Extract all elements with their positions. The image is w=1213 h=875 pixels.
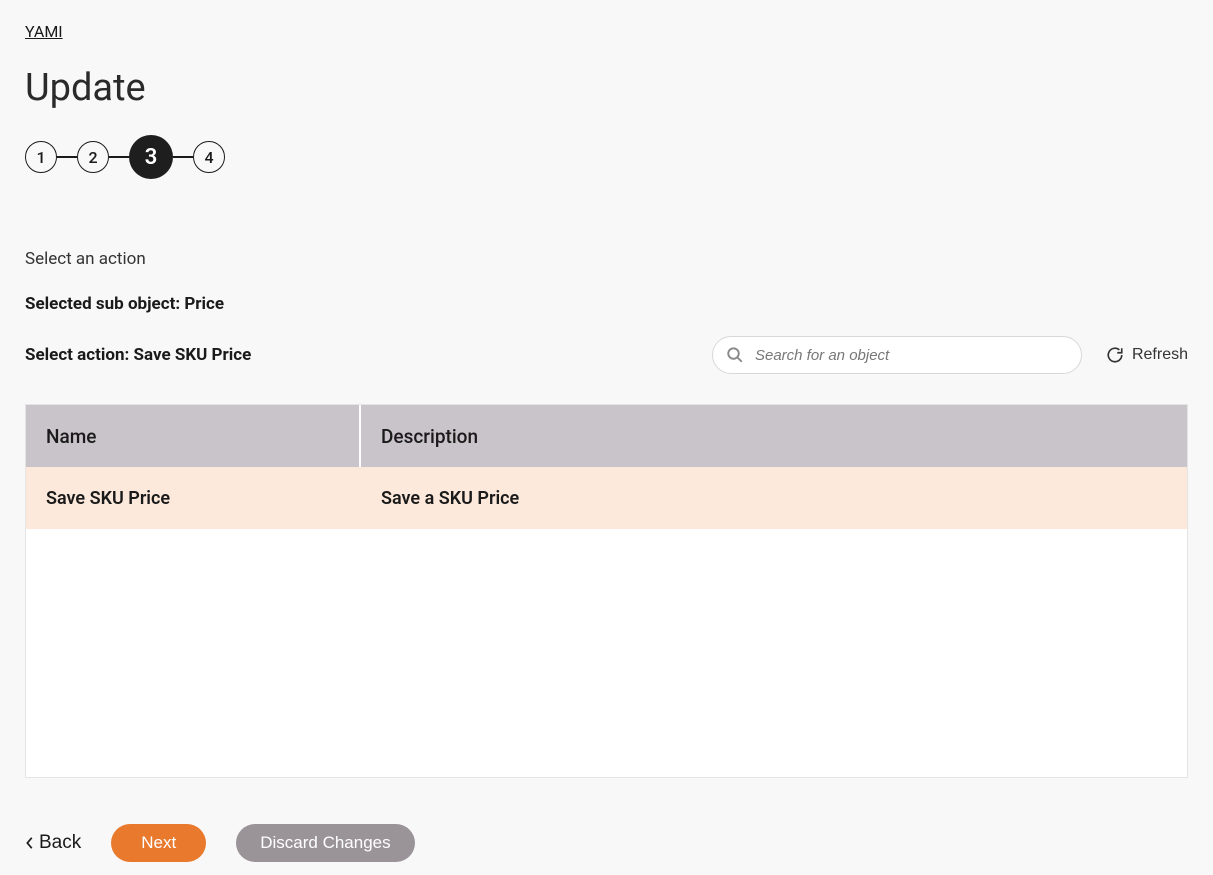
cell-name: Save SKU Price [26,488,361,509]
table-header: Name Description [26,405,1187,467]
stepper: 1 2 3 4 [25,135,1188,179]
step-connector [109,156,129,158]
back-label: Back [39,832,81,854]
step-connector [173,156,193,158]
header-description: Description [361,405,1187,467]
search-wrap [712,336,1082,374]
refresh-button[interactable]: Refresh [1106,346,1188,364]
refresh-icon [1106,346,1124,364]
back-button[interactable]: Back [25,832,81,854]
page-title: Update [25,66,1188,110]
breadcrumb[interactable]: YAMI [25,22,63,41]
search-input[interactable] [712,336,1082,374]
search-icon [726,346,744,364]
step-3[interactable]: 3 [129,135,173,179]
discard-button[interactable]: Discard Changes [236,824,414,862]
cell-description: Save a SKU Price [361,488,1187,509]
action-search-row: Select action: Save SKU Price Refresh [25,336,1188,374]
step-4[interactable]: 4 [193,141,225,173]
select-action-label: Select action: Save SKU Price [25,345,251,365]
step-2[interactable]: 2 [77,141,109,173]
footer-actions: Back Next Discard Changes [25,824,1188,862]
step-1[interactable]: 1 [25,141,57,173]
next-button[interactable]: Next [111,824,206,862]
refresh-label: Refresh [1132,346,1188,364]
search-refresh-group: Refresh [712,336,1188,374]
selected-sub-object: Selected sub object: Price [25,294,1188,314]
section-label: Select an action [25,249,1188,269]
table-row[interactable]: Save SKU Price Save a SKU Price [26,467,1187,529]
header-name: Name [26,405,361,467]
step-connector [57,156,77,158]
action-table: Name Description Save SKU Price Save a S… [25,404,1188,778]
chevron-left-icon [25,836,35,850]
